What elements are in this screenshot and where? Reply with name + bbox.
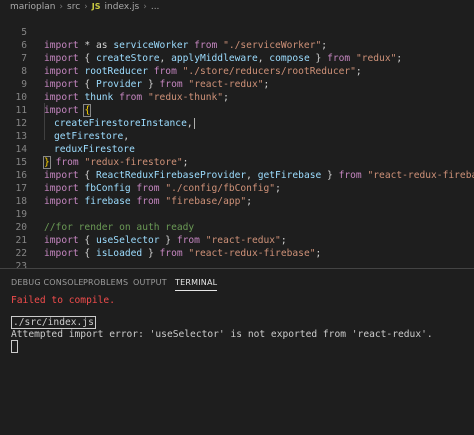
breadcrumb-item-file[interactable]: index.js bbox=[105, 2, 140, 12]
code-line: 9 import thunk from "redux-thunk"; bbox=[0, 65, 474, 103]
code-line: 5 import * as serviceWorker from "./serv… bbox=[0, 13, 474, 51]
code-line: 17 import firebase from "firebase/app"; bbox=[0, 169, 474, 207]
tab-terminal[interactable]: TERMINAL bbox=[175, 278, 218, 291]
code-line: 16 import fbConfig from "./config/fbConf… bbox=[0, 156, 474, 194]
code-line: 24 rootReducer, bbox=[0, 260, 474, 268]
chevron-right-icon: › bbox=[84, 1, 88, 12]
code-line: 20 import { useSelector } from "react-re… bbox=[0, 208, 474, 246]
code-line: 14 } from "redux-firestore"; bbox=[0, 130, 474, 169]
chevron-right-icon: › bbox=[59, 1, 64, 12]
chevron-right-icon: › bbox=[143, 1, 147, 12]
panel-tab-bar: DEBUG CONSOLE PROBLEMS OUTPUT TERMINAL bbox=[0, 268, 474, 295]
tab-debug-console[interactable]: DEBUG CONSOLE bbox=[11, 278, 84, 287]
breadcrumb-item-src[interactable]: src bbox=[67, 2, 80, 12]
code-line: 22 bbox=[0, 234, 474, 259]
code-line: 19 //for render on auth ready bbox=[0, 195, 474, 233]
code-line: 8 import { Provider } from "react-redux"… bbox=[0, 52, 474, 90]
breadcrumb-item-more[interactable]: ... bbox=[151, 2, 160, 12]
code-line: 23 const store = createStore( bbox=[0, 247, 474, 268]
code-line: 21 import { isLoaded } from "react-redux… bbox=[0, 221, 474, 259]
terminal-cursor bbox=[11, 340, 18, 353]
tab-problems[interactable]: PROBLEMS bbox=[83, 278, 128, 287]
error-message: Attempted import error: 'useSelector' is… bbox=[11, 329, 433, 340]
code-line: 18 bbox=[0, 182, 474, 207]
code-editor[interactable]: 5 import * as serviceWorker from "./serv… bbox=[0, 13, 474, 268]
breadcrumb-item-marioplan[interactable]: marioplan bbox=[10, 2, 55, 12]
code-line: 7 import rootReducer from "./store/reduc… bbox=[0, 39, 474, 77]
js-file-icon: JS bbox=[91, 2, 101, 11]
terminal[interactable]: Failed to compile. ./src/index.js Attemp… bbox=[0, 294, 474, 435]
breadcrumb: marioplan › src › JS index.js › ... bbox=[0, 0, 474, 13]
code-line: 10 import { bbox=[0, 78, 474, 117]
code-line: 6 import { createStore, applyMiddleware,… bbox=[0, 26, 474, 64]
code-line: 15 import { ReactReduxFirebaseProvider, … bbox=[0, 143, 474, 181]
compile-error-title: Failed to compile. bbox=[11, 295, 115, 306]
code-line: 13 reduxFirestore bbox=[0, 117, 474, 155]
code-line: 12 getFirestore, bbox=[0, 104, 474, 142]
code-line: 11 createFirestoreInstance, bbox=[0, 91, 474, 129]
tab-output[interactable]: OUTPUT bbox=[133, 278, 167, 287]
